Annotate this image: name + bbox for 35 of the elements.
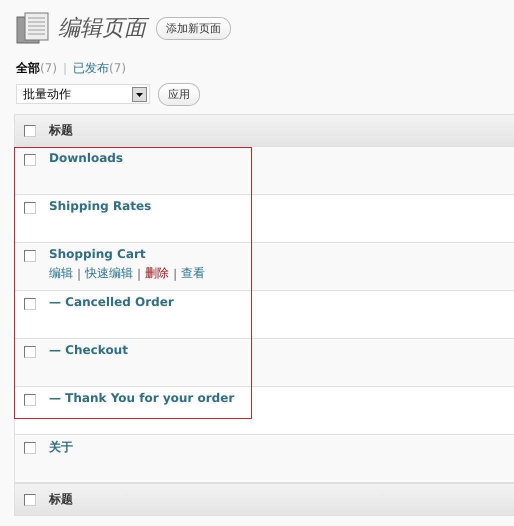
checkbox[interactable] [24, 442, 36, 454]
page-title-link[interactable]: Shipping Rates [49, 199, 152, 213]
bulk-actions-select[interactable]: 批量动作 [16, 84, 150, 104]
row-action-link[interactable]: 删除 [145, 265, 170, 282]
filter-count: (7) [40, 61, 57, 75]
page-title-link[interactable]: — Thank You for your order [49, 391, 234, 405]
page-title-link[interactable]: 关于 [49, 440, 73, 454]
filter-link[interactable]: 已发布 [73, 60, 110, 76]
page-title-link[interactable]: Shopping Cart [49, 247, 146, 261]
row-action-link[interactable]: 快速编辑 [85, 265, 134, 282]
page-title-link[interactable]: — Cancelled Order [49, 295, 174, 309]
checkbox[interactable] [24, 250, 36, 262]
column-header: 标题 [49, 122, 73, 139]
dropdown-icon [132, 86, 147, 102]
column-header: 标题 [49, 491, 73, 508]
checkbox[interactable] [24, 154, 36, 166]
separator: | [63, 61, 68, 75]
pages-icon [16, 12, 50, 44]
checkbox[interactable] [24, 298, 36, 310]
checkbox[interactable] [24, 346, 36, 358]
add-new-page-button[interactable]: 添加新页面 [156, 16, 231, 40]
filter-count: (7) [109, 61, 126, 75]
page-title-link[interactable]: — Checkout [49, 343, 128, 357]
separator: | [77, 266, 82, 280]
checkbox[interactable] [24, 494, 36, 506]
separator: | [137, 266, 142, 280]
apply-button[interactable]: 应用 [158, 82, 200, 106]
row-action-link[interactable]: 查看 [181, 265, 206, 282]
filter-link[interactable]: 全部 [16, 60, 40, 76]
page-title-link[interactable]: Downloads [49, 151, 124, 165]
separator: | [173, 266, 178, 280]
checkbox[interactable] [24, 202, 36, 214]
checkbox[interactable] [24, 124, 36, 136]
checkbox[interactable] [24, 394, 36, 406]
row-action-link[interactable]: 编辑 [49, 265, 73, 282]
